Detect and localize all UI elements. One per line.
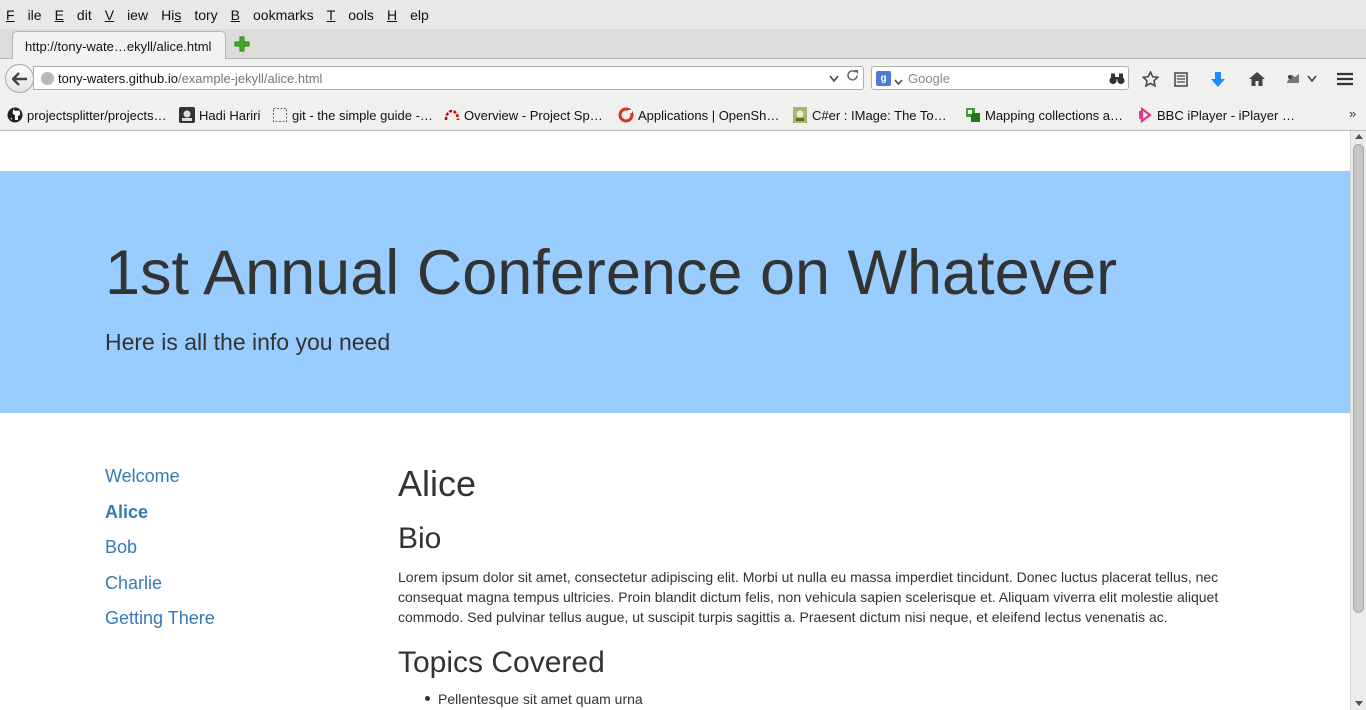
scroll-up-arrow-icon[interactable] <box>1355 134 1363 139</box>
nav-link-charlie[interactable]: Charlie <box>105 572 355 608</box>
menu-history[interactable]: His tory <box>161 7 218 23</box>
bookmark-item[interactable]: Applications | OpenSh… <box>618 107 779 123</box>
hamburger-menu-icon[interactable] <box>1335 69 1355 89</box>
topics-heading: Topics Covered <box>398 646 605 679</box>
bookmark-item[interactable]: Overview - Project Sp… <box>444 107 603 123</box>
page-heading: Alice <box>398 463 477 504</box>
page-viewport: 1st Annual Conference on Whatever Here i… <box>0 131 1350 710</box>
bookmarks-menu-icon[interactable] <box>1171 69 1191 89</box>
hero-title: 1st Annual Conference on Whatever <box>105 238 1118 308</box>
bio-heading: Bio <box>398 522 442 555</box>
nav-link-welcome[interactable]: Welcome <box>105 465 355 501</box>
navigation-toolbar: tony-waters.github.io/example-jekyll/ali… <box>0 59 1366 98</box>
list-item: Pellentesque sit amet quam urna <box>425 691 643 707</box>
menu-view[interactable]: View <box>105 7 148 23</box>
addon-dropdown-icon[interactable] <box>1302 69 1322 89</box>
bookmark-star-icon[interactable] <box>1140 69 1160 89</box>
bookmark-item[interactable]: BBC iPlayer - iPlayer … <box>1137 106 1295 124</box>
reload-icon[interactable] <box>846 69 859 87</box>
menu-edit[interactable]: Edit <box>55 7 92 23</box>
addon-icon[interactable] <box>1283 69 1303 89</box>
scrollbar-thumb[interactable] <box>1353 144 1364 613</box>
hadi-favicon <box>179 107 195 123</box>
url-path: /example-jekyll/alice.html <box>177 71 323 86</box>
globe-icon <box>41 72 54 85</box>
back-arrow-icon <box>11 71 27 86</box>
iplayer-icon <box>1137 106 1153 124</box>
redhat-icon <box>444 107 460 123</box>
back-button[interactable] <box>5 64 34 93</box>
nav-link-alice[interactable]: Alice <box>105 501 355 537</box>
bookmark-item[interactable]: git - the simple guide -… <box>272 107 433 123</box>
menu-bookmarks[interactable]: Bookmarks <box>231 7 314 23</box>
tab-strip: http://tony-wate…ekyll/alice.html <box>0 29 1366 59</box>
mapping-icon <box>965 107 981 123</box>
nav-link-bob[interactable]: Bob <box>105 536 355 572</box>
side-navigation: Welcome Alice Bob Charlie Getting There <box>105 465 355 643</box>
nav-link-getting-there[interactable]: Getting There <box>105 607 355 643</box>
bookmark-item[interactable]: projectsplitter/projects… <box>7 107 166 123</box>
vertical-scrollbar[interactable] <box>1350 131 1366 710</box>
engine-dropdown-icon[interactable] <box>894 74 903 89</box>
binoculars-search-icon[interactable] <box>1109 72 1125 88</box>
home-icon[interactable] <box>1247 69 1267 89</box>
bookmarks-toolbar: projectsplitter/projects… Hadi Hariri gi… <box>0 98 1366 131</box>
hero-subtitle: Here is all the info you need <box>105 329 391 355</box>
bookmarks-overflow-chevron-icon[interactable]: » <box>1349 106 1356 121</box>
csharper-icon <box>792 107 808 123</box>
tab-alice[interactable]: http://tony-wate…ekyll/alice.html <box>12 31 226 59</box>
new-tab-plus-icon[interactable] <box>233 35 251 53</box>
menu-tools[interactable]: Tools <box>327 7 374 23</box>
search-placeholder: Google <box>908 71 950 86</box>
url-history-dropdown-icon[interactable] <box>829 70 839 88</box>
menu-file[interactable]: File <box>6 7 42 23</box>
hero-banner: 1st Annual Conference on Whatever Here i… <box>0 171 1350 413</box>
openshift-icon <box>618 107 634 123</box>
bookmark-item[interactable]: C#er : IMage: The To… <box>792 107 947 123</box>
bookmark-item[interactable]: Hadi Hariri <box>179 107 260 123</box>
bookmark-item[interactable]: Mapping collections a… <box>965 107 1123 123</box>
topics-list: Pellentesque sit amet quam urna <box>425 689 643 709</box>
bio-paragraph: Lorem ipsum dolor sit amet, consectetur … <box>398 569 1219 625</box>
menu-help[interactable]: Help <box>387 7 429 23</box>
blank-page-icon <box>272 107 288 123</box>
github-icon <box>7 107 23 123</box>
search-input[interactable]: g Google <box>871 66 1129 90</box>
menu-bar: File Edit View His tory Bookmarks Tools H… <box>0 0 1366 29</box>
download-icon[interactable] <box>1208 69 1228 89</box>
address-bar[interactable]: tony-waters.github.io/example-jekyll/ali… <box>33 66 864 90</box>
scroll-down-arrow-icon[interactable] <box>1355 701 1363 706</box>
url-host: tony-waters.github.io <box>58 71 178 86</box>
google-engine-icon[interactable]: g <box>876 71 891 86</box>
